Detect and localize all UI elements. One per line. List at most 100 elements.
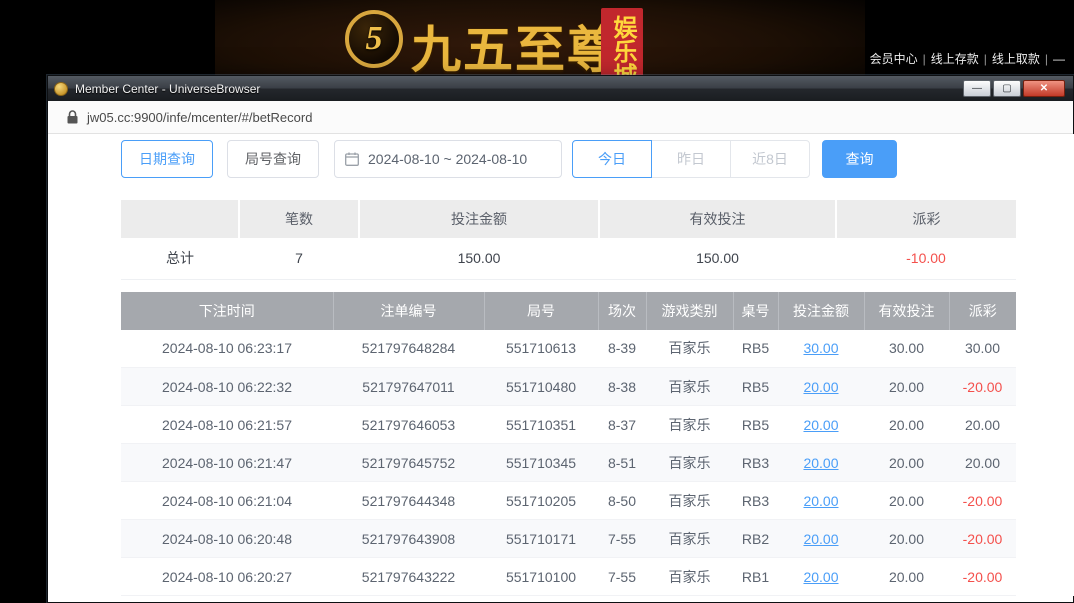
window-title: Member Center - UniverseBrowser — [75, 82, 963, 96]
quick-last8days-button[interactable]: 近8日 — [730, 140, 810, 178]
table-row: 2024-08-10 06:20:27521797643222551710100… — [121, 558, 1016, 596]
nav-link-deposit[interactable]: 线上存款 — [931, 52, 979, 66]
cell-bet-amount: 20.00 — [778, 444, 864, 482]
table-row: 2024-08-10 06:22:32521797647011551710480… — [121, 368, 1016, 406]
cell-bet-no: 521797647011 — [333, 368, 484, 406]
cell-session: 8-51 — [598, 444, 646, 482]
bet-amount-link[interactable]: 20.00 — [803, 493, 838, 509]
summary-total-label: 总计 — [121, 238, 239, 279]
cell-game-type: 百家乐 — [646, 330, 733, 368]
cell-bet-no: 521797646053 — [333, 406, 484, 444]
nav-separator: | — [984, 52, 987, 66]
header-payout: 派彩 — [949, 292, 1016, 330]
cell-table-no: RB5 — [733, 368, 778, 406]
nav-link-member-center[interactable]: 会员中心 — [870, 52, 918, 66]
cell-bet-time: 2024-08-10 06:22:32 — [121, 368, 333, 406]
bet-amount-link[interactable]: 20.00 — [803, 379, 838, 395]
header-round-no: 局号 — [484, 292, 598, 330]
header-bet-time: 下注时间 — [121, 292, 333, 330]
table-row: 2024-08-10 06:21:47521797645752551710345… — [121, 444, 1016, 482]
cell-bet-amount: 30.00 — [778, 330, 864, 368]
bet-amount-link[interactable]: 20.00 — [803, 569, 838, 585]
cell-valid-bet: 20.00 — [864, 520, 949, 558]
bet-table-body: 2024-08-10 06:23:17521797648284551710613… — [121, 330, 1016, 596]
header-valid-bet: 有效投注 — [864, 292, 949, 330]
cell-payout: -20.00 — [949, 558, 1016, 596]
bet-amount-link[interactable]: 20.00 — [803, 455, 838, 471]
window-titlebar[interactable]: Member Center - UniverseBrowser — ▢ ✕ — [48, 76, 1073, 101]
summary-header-valid-bet: 有效投注 — [599, 200, 836, 238]
window-favicon-icon — [54, 82, 68, 96]
cell-bet-time: 2024-08-10 06:21:57 — [121, 406, 333, 444]
summary-header-bet-amount: 投注金额 — [359, 200, 599, 238]
cell-bet-no: 521797648284 — [333, 330, 484, 368]
cell-game-type: 百家乐 — [646, 558, 733, 596]
browser-window: Member Center - UniverseBrowser — ▢ ✕ jw… — [47, 75, 1074, 603]
cell-game-type: 百家乐 — [646, 482, 733, 520]
address-bar[interactable]: jw05.cc:9900/infe/mcenter/#/betRecord — [48, 101, 1073, 134]
cell-round-no: 551710171 — [484, 520, 598, 558]
cell-bet-no: 521797643908 — [333, 520, 484, 558]
cell-valid-bet: 20.00 — [864, 558, 949, 596]
cell-valid-bet: 30.00 — [864, 330, 949, 368]
cell-round-no: 551710345 — [484, 444, 598, 482]
cell-round-no: 551710480 — [484, 368, 598, 406]
lock-icon[interactable] — [67, 110, 78, 124]
cell-session: 8-39 — [598, 330, 646, 368]
cell-bet-amount: 20.00 — [778, 558, 864, 596]
cell-payout: 20.00 — [949, 444, 1016, 482]
date-query-tab[interactable]: 日期查询 — [121, 140, 213, 178]
bet-amount-link[interactable]: 20.00 — [803, 417, 838, 433]
cell-session: 7-55 — [598, 520, 646, 558]
top-nav: 会员中心|线上存款|线上取款|— — [865, 50, 1070, 67]
summary-header-row: 笔数 投注金额 有效投注 派彩 — [121, 200, 1016, 238]
cell-bet-no: 521797645752 — [333, 444, 484, 482]
quick-today-button[interactable]: 今日 — [572, 140, 652, 178]
table-row: 2024-08-10 06:21:04521797644348551710205… — [121, 482, 1016, 520]
cell-payout: 20.00 — [949, 406, 1016, 444]
nav-link-withdraw[interactable]: 线上取款 — [992, 52, 1040, 66]
quick-yesterday-button[interactable]: 昨日 — [651, 140, 731, 178]
window-controls: — ▢ ✕ — [963, 80, 1065, 97]
cell-payout: -20.00 — [949, 368, 1016, 406]
cell-payout: -20.00 — [949, 482, 1016, 520]
summary-header-count: 笔数 — [239, 200, 359, 238]
bet-amount-link[interactable]: 20.00 — [803, 531, 838, 547]
filter-bar: 日期查询 局号查询 2024-08-10 ~ 2024-08-10 今日 昨日 … — [121, 140, 1074, 178]
cell-valid-bet: 20.00 — [864, 406, 949, 444]
cell-bet-time: 2024-08-10 06:23:17 — [121, 330, 333, 368]
cell-table-no: RB2 — [733, 520, 778, 558]
round-query-tab[interactable]: 局号查询 — [227, 140, 319, 178]
url-text: jw05.cc:9900/infe/mcenter/#/betRecord — [87, 110, 312, 125]
table-row: 2024-08-10 06:20:48521797643908551710171… — [121, 520, 1016, 558]
search-button[interactable]: 查询 — [822, 140, 897, 178]
cell-game-type: 百家乐 — [646, 520, 733, 558]
cell-table-no: RB5 — [733, 330, 778, 368]
summary-bet-amount-value: 150.00 — [359, 238, 599, 279]
cell-valid-bet: 20.00 — [864, 368, 949, 406]
cell-bet-time: 2024-08-10 06:20:48 — [121, 520, 333, 558]
cell-round-no: 551710205 — [484, 482, 598, 520]
cell-bet-no: 521797644348 — [333, 482, 484, 520]
cell-bet-time: 2024-08-10 06:20:27 — [121, 558, 333, 596]
bet-amount-link[interactable]: 30.00 — [803, 340, 838, 356]
nav-separator: | — [1045, 52, 1048, 66]
nav-link-cutoff[interactable]: — — [1053, 52, 1065, 66]
date-range-value: 2024-08-10 ~ 2024-08-10 — [368, 151, 527, 167]
cell-session: 8-38 — [598, 368, 646, 406]
cell-session: 8-50 — [598, 482, 646, 520]
cell-session: 7-55 — [598, 558, 646, 596]
window-minimize-button[interactable]: — — [963, 80, 991, 97]
window-close-button[interactable]: ✕ — [1023, 80, 1065, 97]
header-bet-amount: 投注金额 — [778, 292, 864, 330]
header-game-type: 游戏类别 — [646, 292, 733, 330]
cell-table-no: RB5 — [733, 406, 778, 444]
cell-game-type: 百家乐 — [646, 368, 733, 406]
window-maximize-button[interactable]: ▢ — [993, 80, 1021, 97]
header-table-no: 桌号 — [733, 292, 778, 330]
cell-round-no: 551710613 — [484, 330, 598, 368]
cell-table-no: RB3 — [733, 444, 778, 482]
summary-header-blank — [121, 200, 239, 238]
date-range-input[interactable]: 2024-08-10 ~ 2024-08-10 — [334, 140, 562, 178]
cell-table-no: RB1 — [733, 558, 778, 596]
